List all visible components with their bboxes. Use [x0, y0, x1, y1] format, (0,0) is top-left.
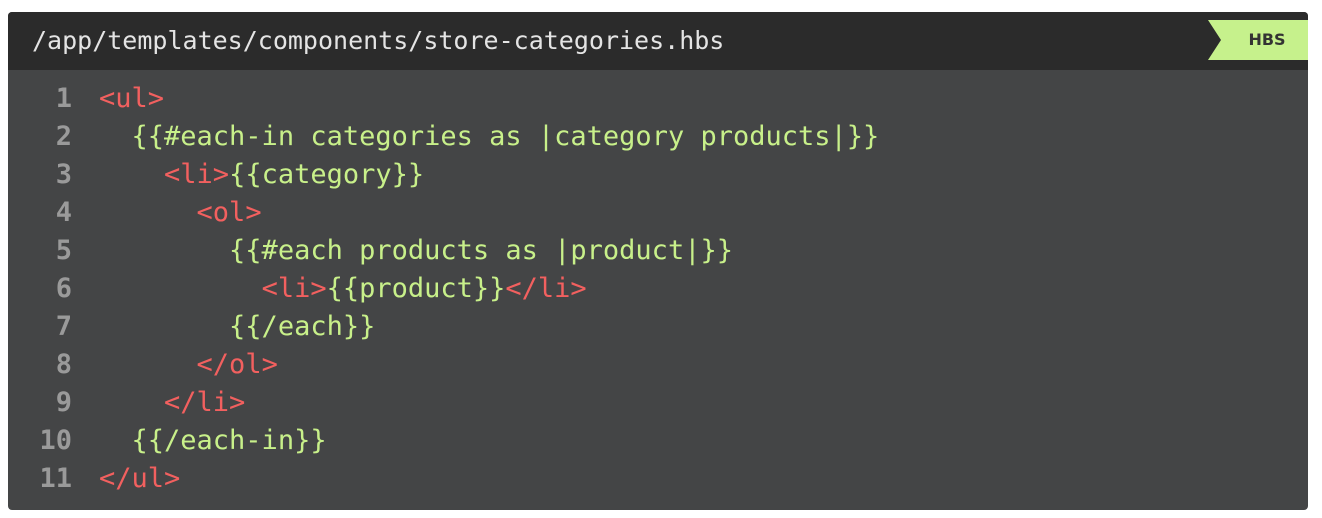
code-content: {{/each-in}}	[99, 422, 327, 460]
file-path: /app/templates/components/store-categori…	[32, 26, 725, 55]
code-line: 1 <ul>	[8, 80, 1308, 118]
code-line: 9 </li>	[8, 384, 1308, 422]
code-content: <ol>	[99, 194, 262, 232]
html-tag-token: </li>	[505, 273, 587, 304]
code-line: 2 {{#each-in categories as |category pro…	[8, 118, 1308, 156]
handlebars-token: {{product}}	[326, 273, 506, 304]
line-number: 7	[55, 311, 72, 342]
code-body: 1 <ul> 2 {{#each-in categories as |categor…	[8, 80, 1308, 498]
code-line: 5 {{#each products as |product|}}	[8, 232, 1308, 270]
handlebars-token: {{/each}}	[229, 311, 376, 342]
html-tag-token: </li>	[164, 387, 246, 418]
line-number: 3	[55, 159, 72, 190]
code-content: </li>	[99, 384, 245, 422]
line-number: 11	[39, 463, 72, 494]
html-tag-token: </ol>	[196, 349, 278, 380]
code-content: </ul>	[99, 460, 180, 498]
html-tag-token: <li>	[164, 159, 230, 190]
line-number: 8	[55, 349, 72, 380]
code-content: {{/each}}	[99, 308, 375, 346]
code-line: 7 {{/each}}	[8, 308, 1308, 346]
code-header: /app/templates/components/store-categori…	[8, 12, 1308, 70]
handlebars-token: {{category}}	[229, 159, 425, 190]
handlebars-token: {{#each-in categories as |category produ…	[131, 121, 880, 152]
code-content: <ul>	[99, 80, 164, 118]
code-content: <li>{{category}}	[99, 156, 424, 194]
handlebars-token: {{/each-in}}	[131, 425, 327, 456]
code-content: {{#each products as |product|}}	[99, 232, 733, 270]
line-number: 1	[55, 83, 72, 114]
html-tag-token: <ul>	[99, 83, 165, 114]
html-tag-token: <li>	[261, 273, 327, 304]
code-content: {{#each-in categories as |category produ…	[99, 118, 880, 156]
code-line: 10 {{/each-in}}	[8, 422, 1308, 460]
line-number: 2	[55, 121, 72, 152]
line-number: 9	[55, 387, 72, 418]
line-number: 10	[39, 425, 72, 456]
html-tag-token: <ol>	[196, 197, 262, 228]
line-number: 4	[55, 197, 72, 228]
code-line: 8 </ol>	[8, 346, 1308, 384]
language-label: HBS	[1248, 30, 1286, 49]
code-line: 11 </ul>	[8, 460, 1308, 498]
code-content: </ol>	[99, 346, 278, 384]
line-number: 5	[55, 235, 72, 266]
line-number: 6	[55, 273, 72, 304]
code-line: 4 <ol>	[8, 194, 1308, 232]
code-content: <li>{{product}}</li>	[99, 270, 587, 308]
html-tag-token: </ul>	[99, 463, 181, 494]
language-badge: HBS	[1208, 20, 1308, 60]
code-block: /app/templates/components/store-categori…	[8, 12, 1308, 510]
code-line: 3 <li>{{category}}	[8, 156, 1308, 194]
code-line: 6 <li>{{product}}</li>	[8, 270, 1308, 308]
handlebars-token: {{#each products as |product|}}	[229, 235, 733, 266]
